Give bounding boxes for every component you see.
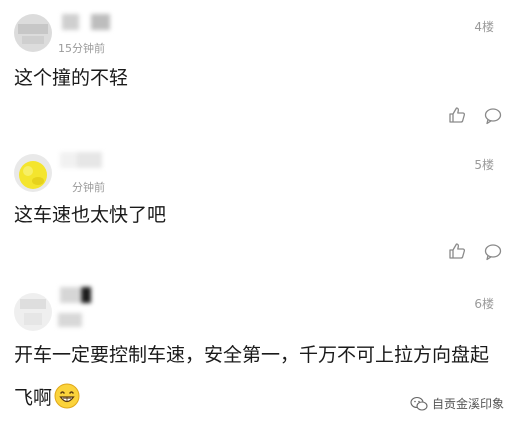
wechat-bubble-icon bbox=[410, 396, 428, 411]
comment-item-3: 6楼 开车一定要控制车速，安全第一，千万不可上拉方向盘起 飞啊 自贡金溪印象 bbox=[0, 275, 516, 423]
comment-text-line-2: 飞啊 bbox=[14, 383, 80, 412]
floor-number: 4楼 bbox=[474, 20, 494, 34]
comment-text-line-1: 开车一定要控制车速，安全第一，千万不可上拉方向盘起 bbox=[14, 344, 490, 366]
username-redacted[interactable] bbox=[62, 14, 110, 30]
grinning-face-emoji bbox=[54, 383, 80, 409]
thumbs-up-icon[interactable] bbox=[448, 242, 466, 260]
speech-bubble-icon[interactable] bbox=[484, 107, 502, 125]
avatar[interactable] bbox=[14, 14, 52, 52]
watermark: 自贡金溪印象 bbox=[410, 395, 504, 412]
watermark-label: 自贡金溪印象 bbox=[431, 397, 504, 411]
comment-text: 这车速也太快了吧 bbox=[14, 204, 167, 226]
comment-text: 这个撞的不轻 bbox=[14, 67, 129, 89]
avatar[interactable] bbox=[14, 154, 52, 192]
time-redacted bbox=[58, 313, 82, 327]
comment-time: 15分钟前 bbox=[58, 42, 105, 55]
avatar[interactable] bbox=[14, 293, 52, 331]
username-redacted[interactable] bbox=[60, 287, 108, 303]
thumbs-up-icon[interactable] bbox=[448, 106, 466, 124]
comment-item-2: 分钟前 5楼 这车速也太快了吧 bbox=[0, 138, 516, 275]
floor-number: 6楼 bbox=[474, 297, 494, 311]
comment-text-line-2-label: 飞啊 bbox=[14, 387, 53, 409]
comment-item-1: 15分钟前 4楼 这个撞的不轻 bbox=[0, 0, 516, 138]
comment-time: 分钟前 bbox=[72, 181, 105, 194]
speech-bubble-icon[interactable] bbox=[484, 243, 502, 261]
username-redacted[interactable] bbox=[60, 152, 102, 168]
floor-number: 5楼 bbox=[474, 158, 494, 172]
